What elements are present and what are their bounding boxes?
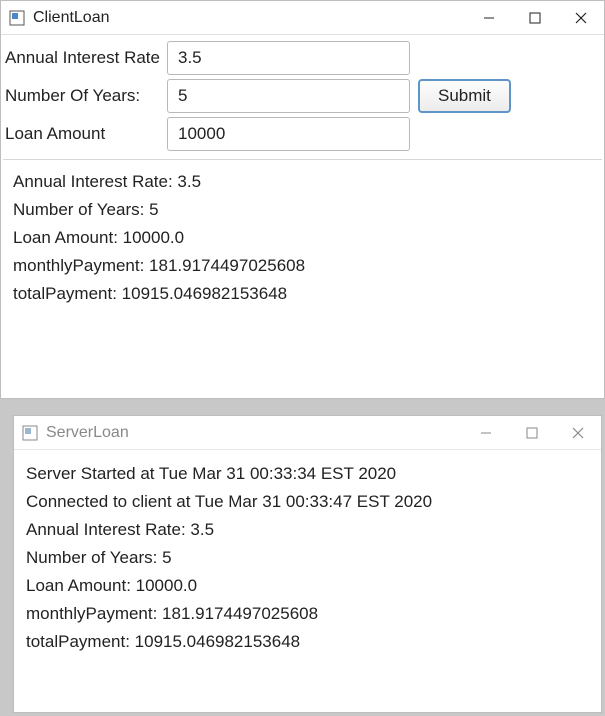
server-window: ServerLoan Server Started at Tue Mar 31 … (13, 415, 602, 713)
client-titlebar[interactable]: ClientLoan (1, 1, 604, 35)
minimize-button[interactable] (466, 1, 512, 35)
client-window: ClientLoan Annual Interest Rate Number O… (0, 0, 605, 399)
close-button[interactable] (555, 416, 601, 450)
server-title: ServerLoan (46, 424, 129, 442)
label-amount: Loan Amount (5, 124, 167, 144)
label-years: Number Of Years: (5, 86, 167, 106)
maximize-button[interactable] (509, 416, 555, 450)
client-output: Annual Interest Rate: 3.5 Number of Year… (3, 159, 602, 396)
row-rate: Annual Interest Rate (5, 39, 598, 77)
submit-button[interactable]: Submit (418, 79, 511, 113)
app-icon (22, 425, 38, 441)
app-icon (9, 10, 25, 26)
maximize-button[interactable] (512, 1, 558, 35)
client-form: Annual Interest Rate Number Of Years: Su… (1, 35, 604, 153)
minimize-button[interactable] (463, 416, 509, 450)
row-amount: Loan Amount (5, 115, 598, 153)
input-years[interactable] (167, 79, 410, 113)
row-years: Number Of Years: Submit (5, 77, 598, 115)
server-titlebar[interactable]: ServerLoan (14, 416, 601, 450)
close-button[interactable] (558, 1, 604, 35)
input-rate[interactable] (167, 41, 410, 75)
label-rate: Annual Interest Rate (5, 48, 167, 68)
server-output: Server Started at Tue Mar 31 00:33:34 ES… (16, 452, 599, 710)
input-amount[interactable] (167, 117, 410, 151)
client-title: ClientLoan (33, 9, 110, 27)
